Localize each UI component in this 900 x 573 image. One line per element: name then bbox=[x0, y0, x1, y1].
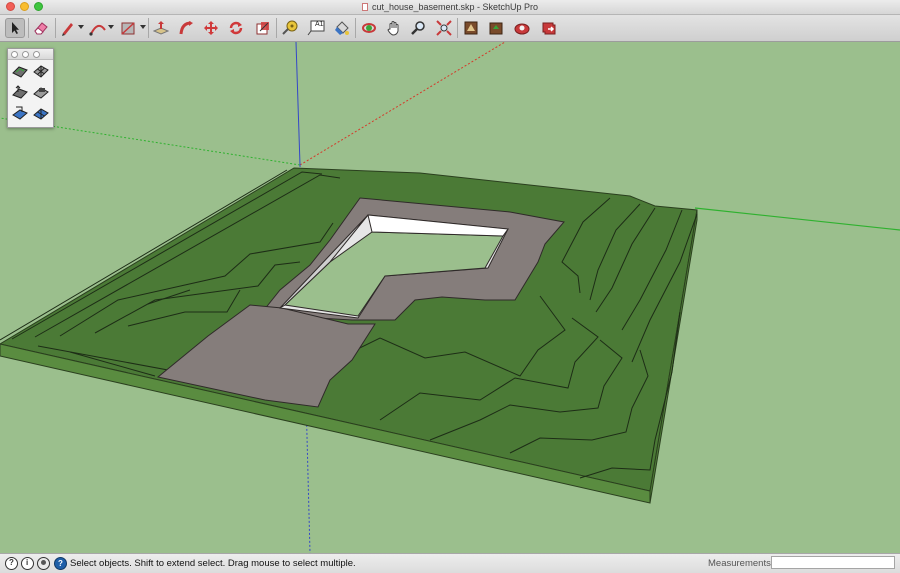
measurements-input[interactable] bbox=[771, 556, 895, 569]
toolbar-separator bbox=[355, 18, 356, 38]
orbit-icon bbox=[362, 23, 376, 33]
help-icon[interactable]: ? bbox=[54, 557, 67, 570]
move-tool-button[interactable] bbox=[201, 18, 221, 38]
document-icon bbox=[361, 3, 368, 11]
stamp-button[interactable] bbox=[32, 83, 50, 101]
eraser-tool-button[interactable] bbox=[31, 18, 51, 38]
arc-icon bbox=[89, 24, 106, 36]
rectangle-tool-dropdown-arrow[interactable] bbox=[140, 25, 146, 29]
sandbox-tool-palette bbox=[7, 48, 54, 128]
eraser-icon bbox=[34, 22, 48, 35]
toolbar-separator bbox=[276, 18, 277, 38]
layout-tool-button[interactable] bbox=[539, 18, 559, 38]
tape-measure-icon bbox=[282, 20, 298, 35]
arc-tool-button[interactable] bbox=[88, 18, 108, 38]
drape-button[interactable] bbox=[11, 104, 29, 122]
push-pull-icon bbox=[153, 21, 169, 35]
model-viewport[interactable] bbox=[0, 42, 900, 553]
smoove-button[interactable] bbox=[11, 83, 29, 101]
warehouse-tool-button[interactable] bbox=[461, 18, 481, 38]
pencil-icon bbox=[62, 23, 73, 36]
smoove-icon bbox=[12, 85, 28, 99]
hand-icon bbox=[387, 21, 399, 36]
follow-me-icon bbox=[179, 21, 193, 35]
zoom-extents-icon bbox=[436, 20, 452, 36]
palette-close-button[interactable] bbox=[11, 51, 18, 58]
model-canvas[interactable] bbox=[0, 42, 900, 553]
select-tool-button[interactable] bbox=[5, 18, 25, 38]
zoom-extents-tool-button[interactable] bbox=[434, 18, 454, 38]
pan-tool-button[interactable] bbox=[384, 18, 404, 38]
from-scratch-icon bbox=[33, 65, 49, 78]
rectangle-icon bbox=[121, 22, 135, 35]
share-model-tool-button[interactable] bbox=[486, 18, 506, 38]
palette-zoom-button[interactable] bbox=[33, 51, 40, 58]
main-toolbar: A1 bbox=[0, 15, 900, 42]
drape-icon bbox=[12, 106, 28, 120]
status-message: Select objects. Shift to extend select. … bbox=[70, 558, 356, 569]
palette-minimize-button[interactable] bbox=[22, 51, 29, 58]
from-contours-button[interactable] bbox=[11, 62, 29, 80]
stamp-icon bbox=[33, 87, 49, 99]
user-account-icon[interactable] bbox=[37, 557, 50, 570]
geo-location-icon[interactable]: ? bbox=[5, 557, 18, 570]
extension-warehouse-icon bbox=[514, 23, 530, 35]
tape-measure-tool-button[interactable] bbox=[280, 18, 300, 38]
follow-me-tool-button[interactable] bbox=[176, 18, 196, 38]
send-to-layout-icon bbox=[542, 22, 556, 35]
from-contours-icon bbox=[12, 66, 28, 78]
text-tool-label: A1 bbox=[315, 21, 324, 28]
paint-bucket-icon bbox=[335, 21, 349, 35]
orbit-tool-button[interactable] bbox=[359, 18, 379, 38]
scale-icon bbox=[256, 22, 269, 35]
paint-bucket-tool-button[interactable] bbox=[332, 18, 352, 38]
zoom-tool-button[interactable] bbox=[409, 18, 429, 38]
status-bar: ? i ? Select objects. Shift to extend se… bbox=[0, 553, 900, 573]
window-title-wrap: cut_house_basement.skp - SketchUp Pro bbox=[0, 1, 900, 13]
rectangle-tool-button[interactable] bbox=[118, 18, 138, 38]
rotate-tool-button[interactable] bbox=[226, 18, 246, 38]
rotate-icon bbox=[229, 21, 243, 35]
extension-warehouse-tool-button[interactable] bbox=[512, 18, 532, 38]
title-bar: cut_house_basement.skp - SketchUp Pro bbox=[0, 0, 900, 15]
share-model-icon bbox=[489, 22, 503, 35]
line-tool-button[interactable] bbox=[58, 18, 78, 38]
toolbar-separator bbox=[148, 18, 149, 38]
scale-tool-button[interactable] bbox=[253, 18, 273, 38]
3d-warehouse-icon bbox=[464, 21, 478, 35]
toolbar-separator bbox=[55, 18, 56, 38]
measurements-label: Measurements bbox=[708, 558, 771, 569]
window-title: cut_house_basement.skp - SketchUp Pro bbox=[371, 2, 539, 12]
credits-icon[interactable]: i bbox=[21, 557, 34, 570]
add-detail-icon bbox=[33, 108, 49, 120]
toolbar-separator bbox=[457, 18, 458, 38]
push-pull-tool-button[interactable] bbox=[151, 18, 171, 38]
add-detail-button[interactable] bbox=[32, 104, 50, 122]
from-scratch-button[interactable] bbox=[32, 62, 50, 80]
move-icon bbox=[204, 21, 218, 35]
arrow-cursor-icon bbox=[12, 22, 19, 34]
arc-tool-dropdown-arrow[interactable] bbox=[108, 25, 114, 29]
text-tool-button[interactable]: A1 bbox=[306, 18, 326, 38]
toolbar-separator bbox=[28, 18, 29, 38]
palette-title-bar[interactable] bbox=[8, 49, 53, 60]
magnifier-icon bbox=[411, 21, 425, 35]
line-tool-dropdown-arrow[interactable] bbox=[78, 25, 84, 29]
